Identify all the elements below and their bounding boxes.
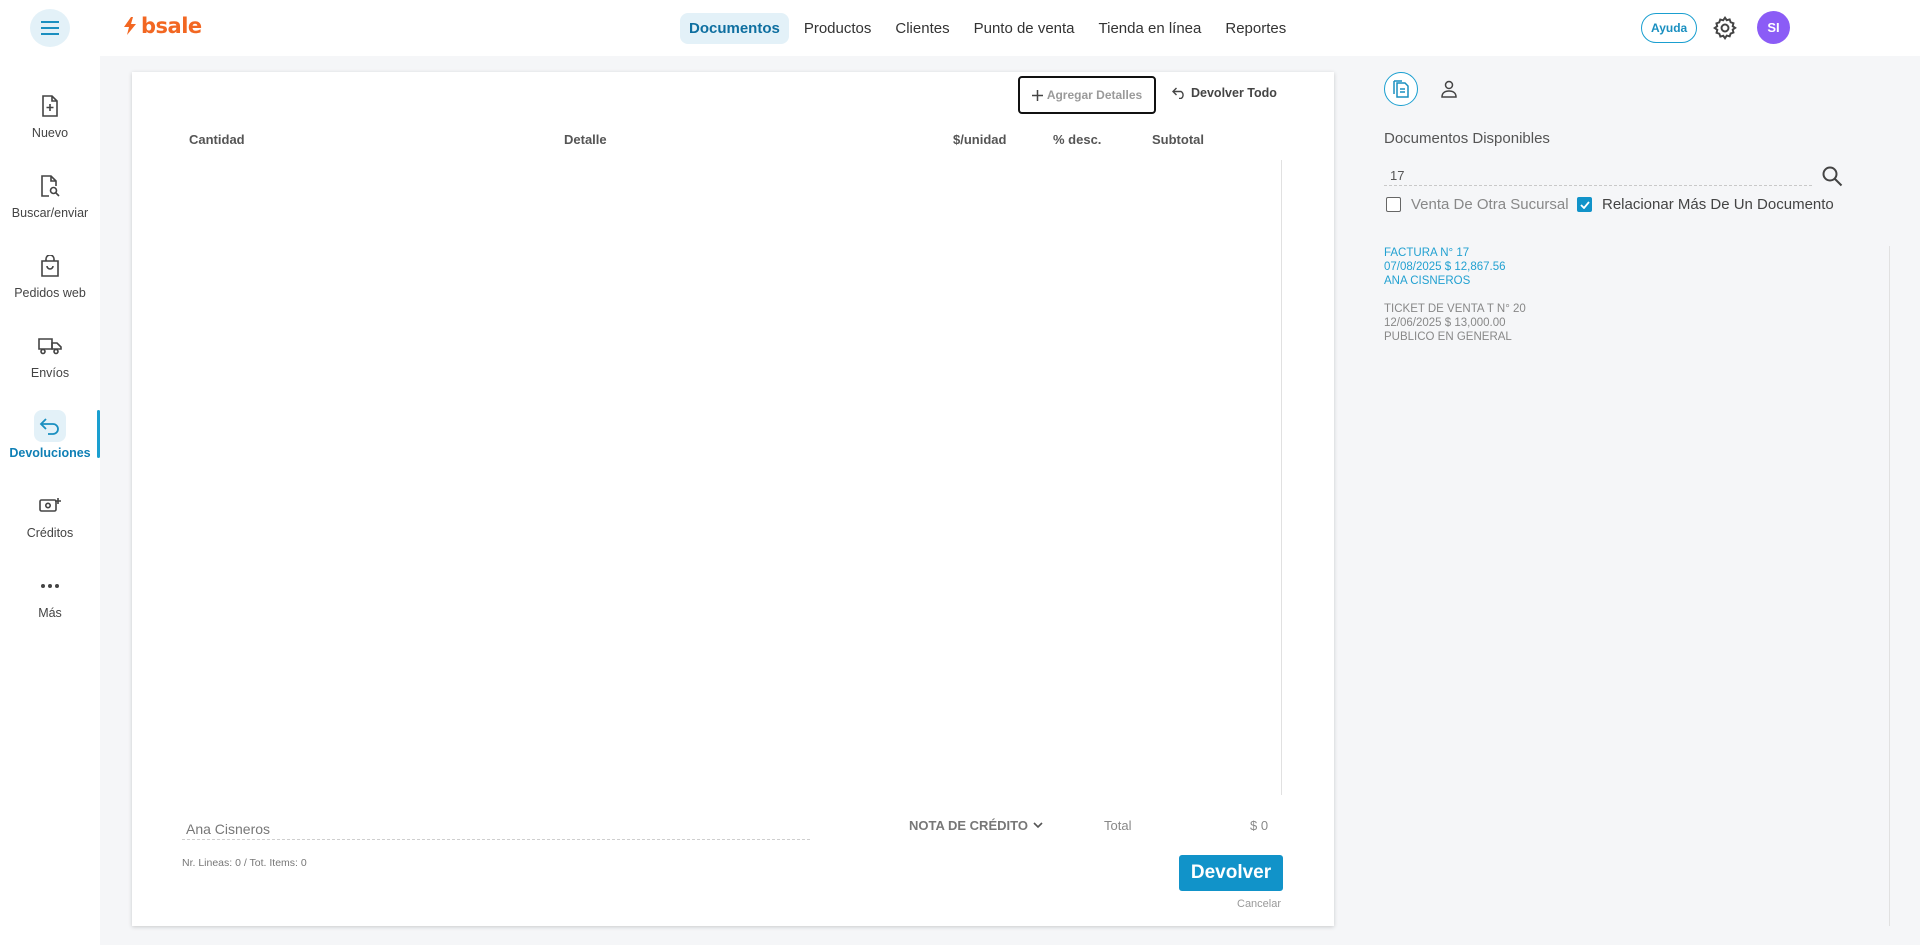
sidebar-label-buscar-enviar: Buscar/enviar — [11, 206, 89, 220]
sidebar-item-envios[interactable]: Envíos — [0, 330, 100, 392]
gear-icon[interactable] — [1712, 15, 1738, 41]
return-arrow-icon — [39, 418, 59, 435]
sidebar-label-creditos: Créditos — [26, 526, 74, 540]
total-label: Total — [1104, 818, 1132, 833]
sidebar-item-mas[interactable]: Más — [0, 570, 100, 632]
logo-text: bsale — [141, 14, 202, 38]
available-documents-list: FACTURA N° 17 07/08/2025 $ 12,867.56 ANA… — [1384, 246, 1890, 926]
document-type-dropdown[interactable]: NOTA DE CRÉDITO — [909, 818, 1043, 833]
checkbox-box[interactable] — [1386, 197, 1401, 212]
add-details-button[interactable]: Agregar Detalles — [1018, 76, 1156, 114]
undo-icon — [1172, 87, 1184, 99]
list-item[interactable]: FACTURA N° 17 07/08/2025 $ 12,867.56 ANA… — [1384, 246, 1889, 288]
sidebar-label-devoluciones: Devoluciones — [9, 446, 91, 460]
check-icon — [1579, 200, 1590, 209]
nav-productos[interactable]: Productos — [795, 13, 881, 44]
more-dots-icon — [41, 584, 59, 588]
nav-clientes[interactable]: Clientes — [886, 13, 958, 44]
sidebar-item-pedidos-web[interactable]: Pedidos web — [0, 250, 100, 312]
nav-tienda-en-linea[interactable]: Tienda en línea — [1090, 13, 1211, 44]
search-icon[interactable] — [1820, 164, 1844, 188]
active-indicator — [97, 410, 100, 458]
user-avatar[interactable]: SI — [1757, 11, 1790, 44]
lines-items-count: Nr. Lineas: 0 / Tot. Items: 0 — [182, 857, 307, 869]
file-plus-icon — [42, 95, 58, 117]
document-client: PUBLICO EN GENERAL — [1384, 331, 1512, 343]
documents-icon — [1393, 80, 1409, 98]
details-table-body — [182, 160, 1282, 795]
truck-icon — [38, 338, 62, 355]
tab-client[interactable] — [1432, 72, 1466, 106]
tab-documents[interactable] — [1384, 72, 1418, 106]
add-details-label: Agregar Detalles — [1046, 88, 1143, 102]
hamburger-icon — [41, 21, 59, 35]
return-document-panel: Agregar Detalles Devolver Todo Cantidad … — [132, 72, 1334, 926]
sidebar: Nuevo Buscar/enviar Pedidos web Envíos D… — [0, 56, 100, 945]
bsale-logo-icon — [124, 17, 136, 35]
plus-icon — [1031, 89, 1043, 101]
column-header-cantidad: Cantidad — [189, 132, 245, 147]
document-date-amount: 12/06/2025 $ 13,000.00 — [1384, 317, 1506, 329]
document-date-amount: 07/08/2025 $ 12,867.56 — [1384, 261, 1506, 273]
sidebar-item-nuevo[interactable]: Nuevo — [0, 90, 100, 152]
column-header-unit-price: $/unidad — [953, 132, 1007, 147]
document-client: ANA CISNEROS — [1384, 275, 1471, 287]
nav-punto-de-venta[interactable]: Punto de venta — [965, 13, 1084, 44]
person-icon — [1441, 80, 1457, 98]
hamburger-menu-button[interactable] — [30, 9, 70, 47]
sidebar-label-mas: Más — [38, 606, 62, 620]
document-type-label: NOTA DE CRÉDITO — [909, 818, 1028, 833]
list-item[interactable]: TICKET DE VENTA T N° 20 12/06/2025 $ 13,… — [1384, 302, 1889, 344]
document-title: FACTURA N° 17 — [1384, 247, 1470, 259]
available-documents-title: Documentos Disponibles — [1384, 130, 1550, 147]
checkbox-box-checked[interactable] — [1577, 197, 1592, 212]
column-header-detalle: Detalle — [564, 132, 607, 147]
column-header-subtotal: Subtotal — [1152, 132, 1204, 147]
checkbox-relate-multiple-label: Relacionar Más De Un Documento — [1602, 196, 1834, 213]
return-all-label: Devolver Todo — [1191, 86, 1277, 100]
checkbox-other-branch[interactable]: Venta De Otra Sucursal — [1386, 196, 1569, 213]
column-header-discount: % desc. — [1053, 132, 1102, 147]
help-button[interactable]: Ayuda — [1641, 13, 1698, 43]
checkbox-relate-multiple[interactable]: Relacionar Más De Un Documento — [1577, 196, 1834, 213]
checkbox-other-branch-label: Venta De Otra Sucursal — [1411, 196, 1569, 213]
document-search-input[interactable] — [1384, 166, 1812, 186]
sidebar-label-pedidos-web: Pedidos web — [14, 286, 86, 300]
cancel-link[interactable]: Cancelar — [1237, 898, 1281, 910]
nav-documentos[interactable]: Documentos — [680, 13, 789, 44]
devolver-button[interactable]: Devolver — [1179, 855, 1283, 891]
total-value: $ 0 — [1250, 818, 1269, 833]
client-name-input[interactable] — [182, 818, 810, 840]
sidebar-item-creditos[interactable]: Créditos — [0, 490, 100, 552]
top-bar: bsale Documentos Productos Clientes Punt… — [0, 0, 1920, 56]
file-search-icon — [41, 175, 60, 197]
money-plus-icon — [39, 498, 61, 512]
sidebar-label-envios: Envíos — [30, 366, 70, 380]
nav-reportes[interactable]: Reportes — [1216, 13, 1295, 44]
sidebar-item-buscar-enviar[interactable]: Buscar/enviar — [0, 170, 100, 232]
shopping-bag-icon — [41, 255, 59, 277]
sidebar-label-nuevo: Nuevo — [31, 126, 69, 140]
document-title: TICKET DE VENTA T N° 20 — [1384, 303, 1526, 315]
bsale-logo[interactable]: bsale — [122, 14, 202, 38]
return-all-button[interactable]: Devolver Todo — [1172, 86, 1277, 100]
top-navigation: Documentos Productos Clientes Punto de v… — [680, 13, 1295, 44]
chevron-down-icon — [1033, 822, 1043, 829]
sidebar-item-devoluciones[interactable]: Devoluciones — [0, 410, 100, 472]
